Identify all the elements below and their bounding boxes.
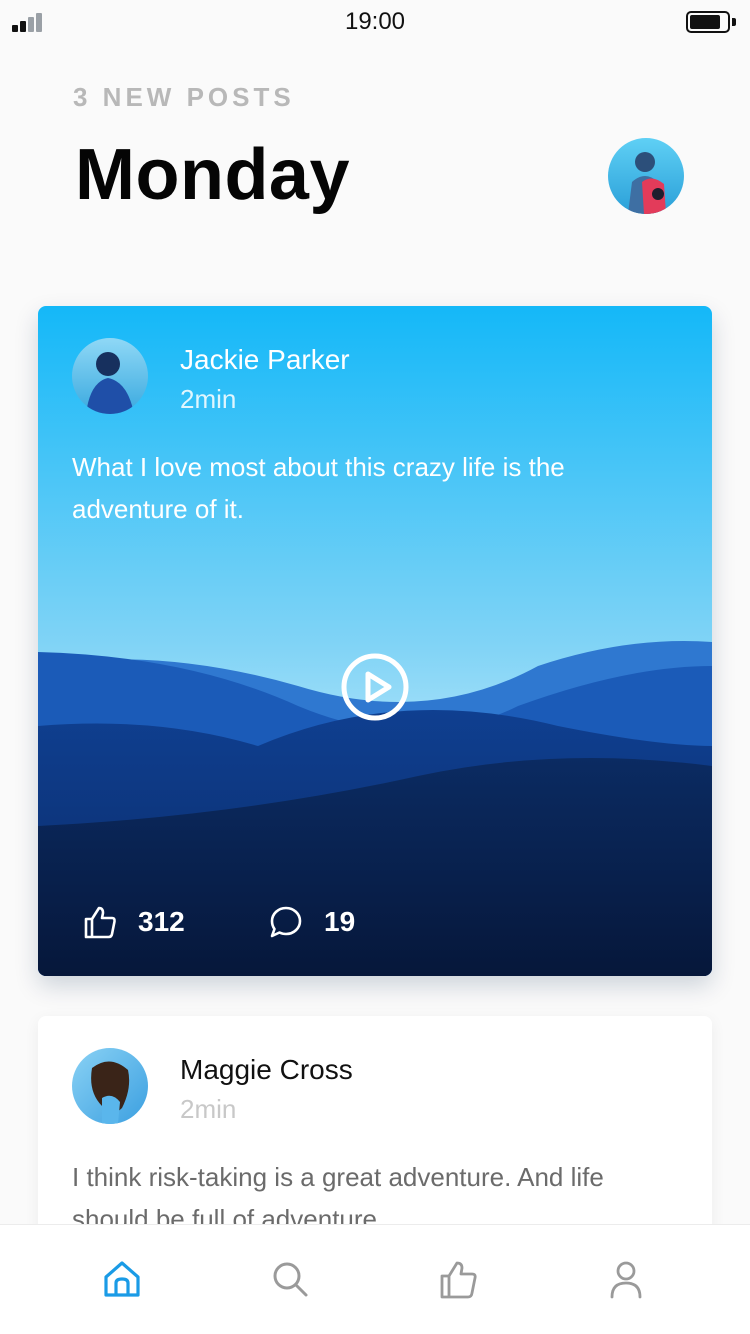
new-posts-count: 3 NEW POSTS [73, 82, 295, 112]
thumbs-up-icon[interactable] [436, 1257, 480, 1301]
status-time: 19:00 [344, 8, 406, 35]
post-card[interactable]: Jackie Parker 2min What I love most abou… [38, 306, 712, 976]
author-avatar[interactable] [72, 1048, 148, 1124]
tab-bar [0, 1224, 750, 1334]
profile-avatar[interactable] [608, 138, 684, 214]
page-title: Monday [75, 135, 351, 215]
home-icon[interactable] [100, 1257, 144, 1301]
author-name[interactable]: Jackie Parker [180, 344, 350, 376]
author-name[interactable]: Maggie Cross [180, 1054, 353, 1086]
comment-button[interactable]: 19 [268, 902, 355, 942]
search-icon[interactable] [268, 1257, 312, 1301]
comment-count: 19 [324, 906, 356, 937]
play-icon[interactable] [340, 652, 410, 722]
post-timestamp: 2min [180, 384, 237, 414]
speech-bubble-icon [270, 906, 302, 938]
like-count: 312 [138, 906, 185, 937]
user-icon[interactable] [604, 1257, 648, 1301]
battery-icon [686, 11, 736, 33]
like-button[interactable]: 312 [82, 902, 185, 942]
author-avatar[interactable] [72, 338, 148, 414]
post-text: What I love most about this crazy life i… [72, 452, 565, 524]
status-bar: 19:00 [0, 0, 750, 44]
post-timestamp: 2min [180, 1094, 237, 1124]
thumbs-up-icon [84, 906, 116, 939]
post-media-landscape [38, 306, 712, 976]
